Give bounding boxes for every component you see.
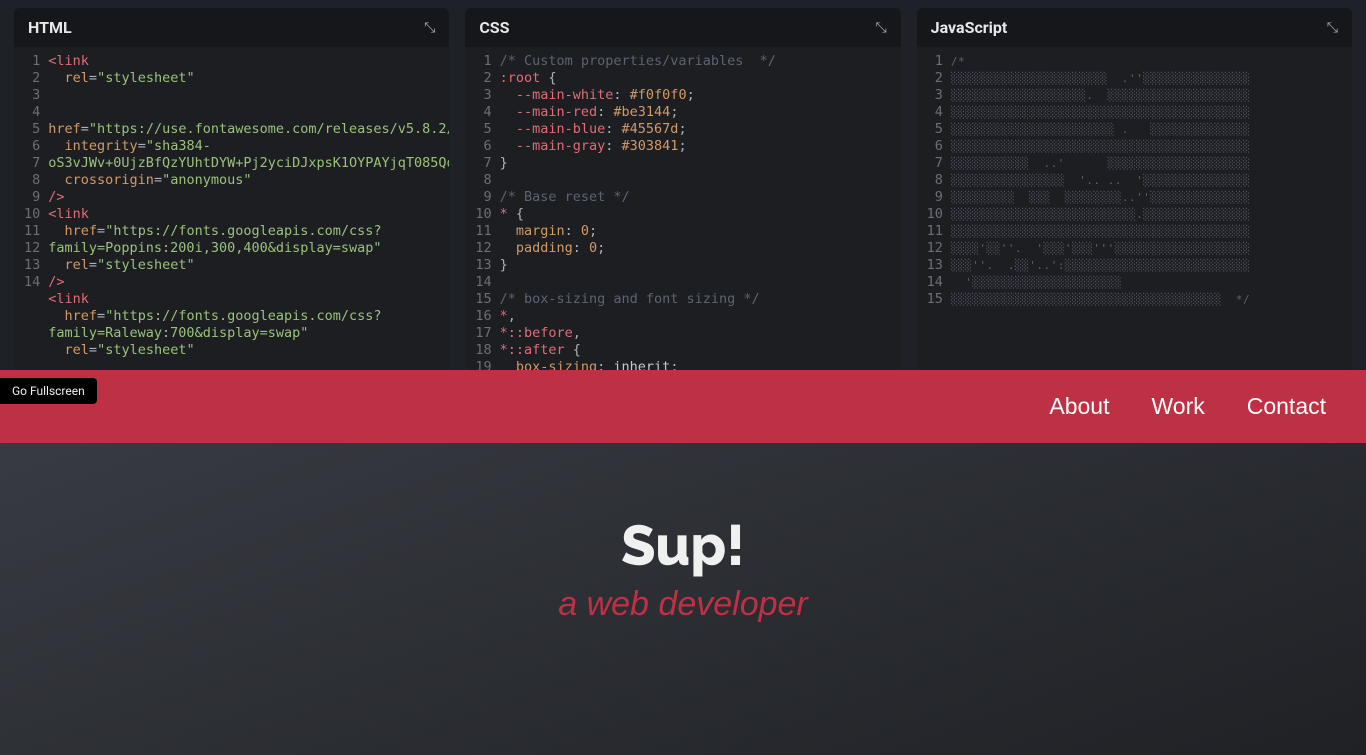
nav-link-about[interactable]: About bbox=[1049, 393, 1109, 420]
go-fullscreen-button[interactable]: Go Fullscreen bbox=[0, 378, 97, 404]
js-editor-header: JavaScript ⤡ bbox=[917, 8, 1352, 47]
nav-link-work[interactable]: Work bbox=[1151, 393, 1204, 420]
css-editor-title: CSS bbox=[479, 18, 509, 37]
css-gutter: 1 2 3 4 5 6 7 8 9 10 11 12 13 14 15 16 1… bbox=[465, 53, 499, 370]
js-code-area[interactable]: 1 2 3 4 5 6 7 8 9 10 11 12 13 14 15 /* ░… bbox=[917, 47, 1352, 370]
html-editor-panel: HTML ⤡ 1 2 3 4 5 6 7 8 9 10 11 12 13 14 … bbox=[14, 8, 449, 370]
preview-nav: About Work Contact bbox=[0, 370, 1366, 443]
css-code[interactable]: /* Custom properties/variables */ :root … bbox=[500, 53, 901, 370]
preview-area: Go Fullscreen About Work Contact Sup! a … bbox=[0, 370, 1366, 755]
minimize-icon[interactable]: ⤡ bbox=[424, 20, 435, 36]
html-code[interactable]: <link rel="stylesheet" href="https://use… bbox=[48, 53, 449, 370]
editor-row: HTML ⤡ 1 2 3 4 5 6 7 8 9 10 11 12 13 14 … bbox=[0, 0, 1366, 370]
css-code-area[interactable]: 1 2 3 4 5 6 7 8 9 10 11 12 13 14 15 16 1… bbox=[465, 47, 900, 370]
nav-link-contact[interactable]: Contact bbox=[1247, 393, 1326, 420]
hero-heading: Sup! bbox=[0, 513, 1366, 579]
js-code[interactable]: /* ░░░░░░░░░░░░░░░░░░░░░░ .''░░░░░░░░░░░… bbox=[951, 53, 1352, 370]
html-code-area[interactable]: 1 2 3 4 5 6 7 8 9 10 11 12 13 14 <link r… bbox=[14, 47, 449, 370]
minimize-icon[interactable]: ⤡ bbox=[1327, 20, 1338, 36]
css-editor-panel: CSS ⤡ 1 2 3 4 5 6 7 8 9 10 11 12 13 14 1… bbox=[465, 8, 900, 370]
js-editor-panel: JavaScript ⤡ 1 2 3 4 5 6 7 8 9 10 11 12 … bbox=[917, 8, 1352, 370]
html-gutter: 1 2 3 4 5 6 7 8 9 10 11 12 13 14 bbox=[14, 53, 48, 370]
js-editor-title: JavaScript bbox=[931, 18, 1008, 37]
hero-subtitle: a web developer bbox=[0, 585, 1366, 624]
css-editor-header: CSS ⤡ bbox=[465, 8, 900, 47]
hero-section: Sup! a web developer bbox=[0, 443, 1366, 624]
html-editor-title: HTML bbox=[28, 18, 72, 37]
html-editor-header: HTML ⤡ bbox=[14, 8, 449, 47]
minimize-icon[interactable]: ⤡ bbox=[875, 20, 886, 36]
js-gutter: 1 2 3 4 5 6 7 8 9 10 11 12 13 14 15 bbox=[917, 53, 951, 370]
